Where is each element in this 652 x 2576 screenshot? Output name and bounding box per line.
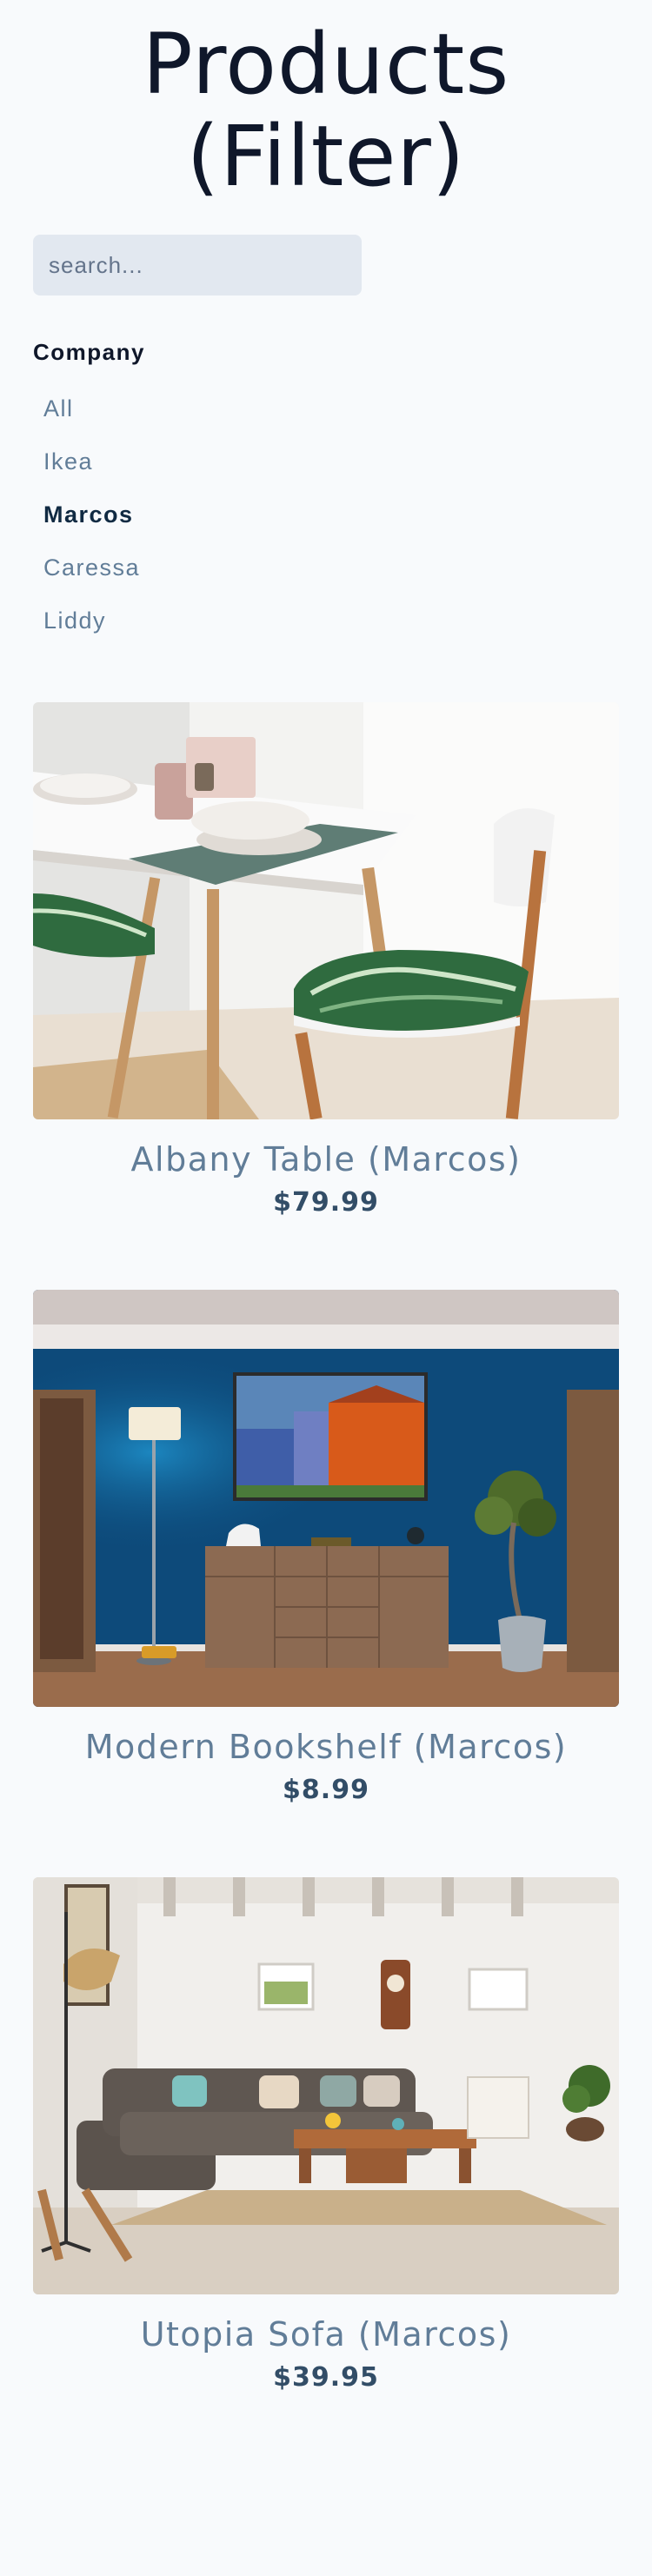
product-image-modern-bookshelf[interactable] [33,1290,619,1707]
company-option-liddy[interactable]: Liddy [43,594,106,647]
product-image-utopia-sofa[interactable] [33,1877,619,2294]
page-title: Products (Filter) [142,16,510,205]
product-image-dining-table[interactable] [33,702,619,1119]
product-name: Albany Table (Marcos) [130,1140,522,1178]
product-card[interactable]: Utopia Sofa (Marcos) $39.95 [33,1877,619,2393]
company-option-ikea[interactable]: Ikea [43,435,93,488]
product-name: Utopia Sofa (Marcos) [140,2315,512,2354]
product-price: $8.99 [283,1775,369,1805]
search-input[interactable] [33,235,362,295]
product-price: $79.99 [273,1187,379,1218]
company-option-all[interactable]: All [43,382,74,435]
product-name: Modern Bookshelf (Marcos) [84,1728,568,1766]
product-card[interactable]: Modern Bookshelf (Marcos) $8.99 [33,1290,619,1805]
product-price: $39.95 [273,2362,379,2393]
company-option-marcos[interactable]: Marcos [43,488,134,541]
product-card[interactable]: Albany Table (Marcos) $79.99 [33,702,619,1218]
company-option-caressa[interactable]: Caressa [43,541,140,594]
company-filter-list: All Ikea Marcos Caressa Liddy [43,382,140,647]
company-filter-heading: Company [33,339,145,365]
